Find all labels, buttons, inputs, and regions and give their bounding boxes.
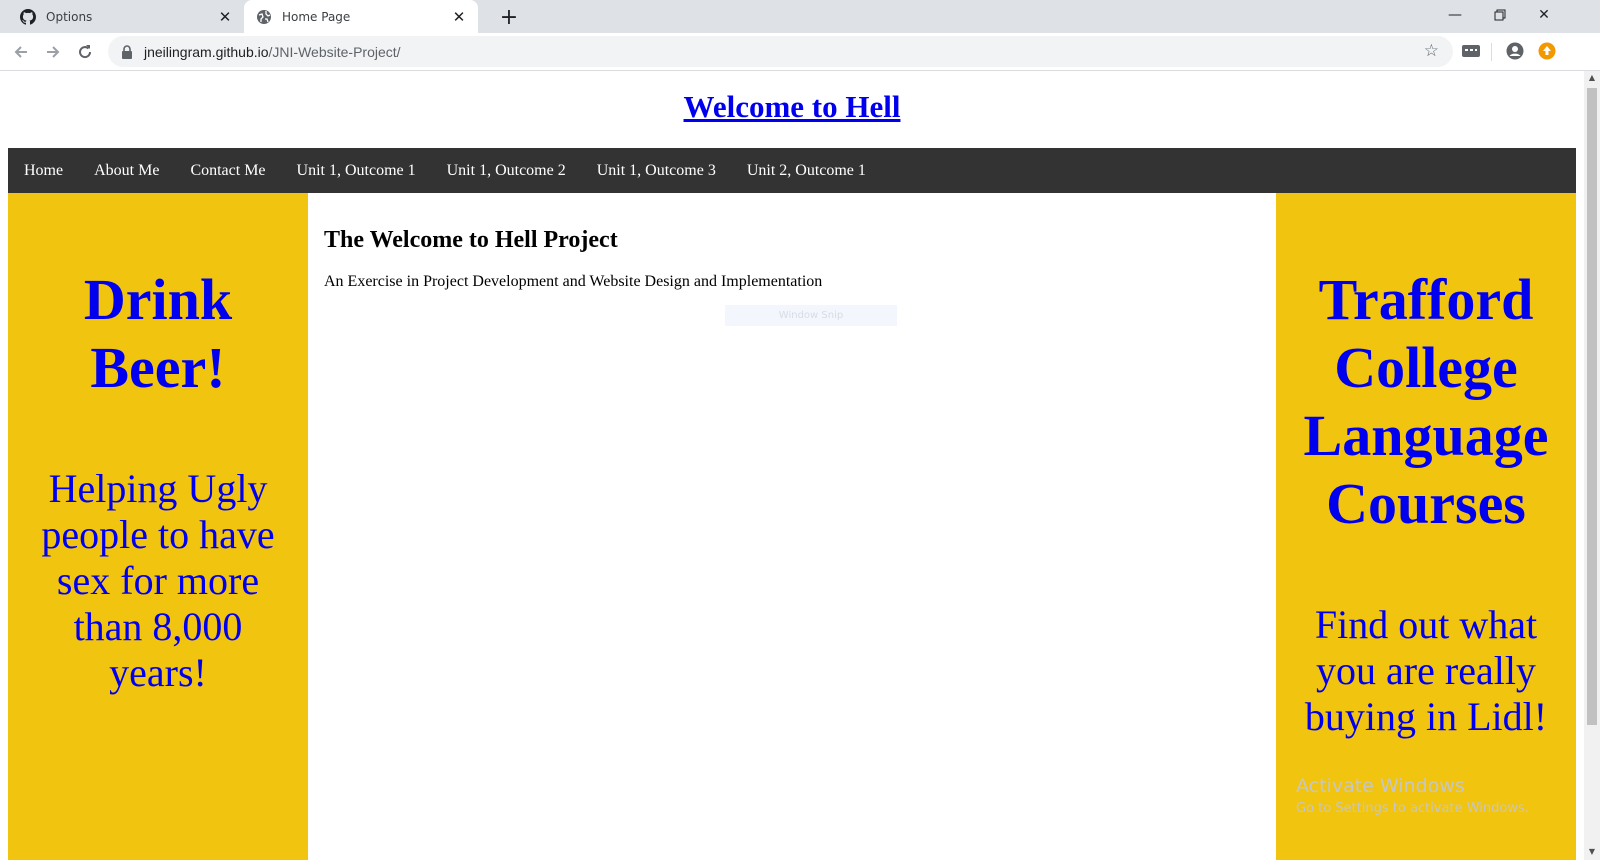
site-title-link[interactable]: Welcome to Hell — [684, 89, 901, 124]
window-snip-overlay: Window Snip — [725, 305, 897, 326]
right-ad-headline-line: Courses — [1326, 471, 1526, 536]
left-ad-headline-line: Drink — [83, 267, 233, 332]
scroll-up-arrow-icon[interactable]: ▲ — [1584, 73, 1600, 82]
left-ad-body-line: than 8,000 — [73, 604, 243, 649]
project-subtitle: An Exercise in Project Development and W… — [324, 273, 823, 290]
close-tab-icon[interactable]: ✕ — [448, 6, 470, 28]
profile-icon[interactable] — [1502, 38, 1528, 64]
tab-title: Options — [46, 9, 93, 24]
right-ad-body-line: Find out what — [1314, 602, 1538, 647]
lock-icon[interactable] — [120, 44, 134, 59]
globe-icon — [256, 9, 272, 25]
scroll-down-arrow-icon[interactable]: ▼ — [1584, 847, 1600, 856]
activation-text: Go to Settings to activate Windows. — [1296, 801, 1529, 816]
left-ad-body-line: people to have — [41, 512, 275, 557]
url-text: jneilingram.github.io/JNI-Website-Projec… — [144, 44, 401, 60]
left-ad-panel: Drink Beer! Helping Ugly people to have … — [8, 193, 308, 860]
main-content: The Welcome to Hell Project An Exercise … — [308, 193, 1276, 860]
url-domain: jneilingram.github.io — [144, 43, 269, 60]
tab-home-page[interactable]: Home Page ✕ — [244, 0, 478, 33]
page-viewport: Welcome to Hell Home About Me Contact Me… — [0, 71, 1584, 860]
right-ad-headline-line: College — [1334, 335, 1518, 400]
nav-contact-me[interactable]: Contact Me — [190, 162, 265, 180]
left-ad-body-line: sex for more — [56, 558, 260, 603]
right-ad-headline-line: Language — [1303, 403, 1549, 468]
back-icon[interactable] — [6, 37, 36, 67]
browser-toolbar: jneilingram.github.io/JNI-Website-Projec… — [0, 33, 1600, 71]
github-icon — [20, 8, 36, 25]
new-tab-icon[interactable]: + — [496, 4, 522, 30]
nav-home[interactable]: Home — [24, 162, 63, 180]
left-ad-body-line: Helping Ugly — [48, 466, 268, 511]
right-ad-headline-line: Trafford — [1318, 267, 1534, 332]
vertical-scrollbar[interactable]: ▲ ▼ — [1584, 71, 1600, 860]
right-ad-body-line: you are really — [1316, 648, 1536, 693]
forward-icon[interactable] — [38, 37, 68, 67]
tab-strip: Options ✕ Home Page ✕ + — ✕ — [0, 0, 1600, 33]
extension-icon[interactable] — [1458, 38, 1484, 64]
nav-about-me[interactable]: About Me — [94, 162, 159, 180]
restore-icon[interactable] — [1478, 0, 1522, 30]
address-bar[interactable]: jneilingram.github.io/JNI-Website-Projec… — [108, 36, 1453, 67]
right-ad-body-line: buying in Lidl! — [1304, 694, 1548, 739]
left-ad-body-line: years! — [109, 650, 207, 695]
nav-unit2-outcome1[interactable]: Unit 2, Outcome 1 — [747, 162, 866, 180]
site-title: Welcome to Hell — [0, 89, 1584, 125]
tab-options[interactable]: Options ✕ — [8, 0, 244, 33]
activate-windows-watermark: Activate Windows Go to Settings to activ… — [1296, 775, 1529, 816]
bookmark-star-icon[interactable]: ☆ — [1424, 41, 1439, 61]
close-tab-icon[interactable]: ✕ — [214, 6, 236, 28]
url-path: /JNI-Website-Project/ — [268, 43, 401, 60]
nav-unit1-outcome3[interactable]: Unit 1, Outcome 3 — [597, 162, 716, 180]
nav-unit1-outcome1[interactable]: Unit 1, Outcome 1 — [297, 162, 416, 180]
reload-icon[interactable] — [70, 37, 100, 67]
close-window-icon[interactable]: ✕ — [1522, 0, 1566, 30]
top-nav: Home About Me Contact Me Unit 1, Outcome… — [8, 148, 1576, 193]
left-ad-headline-line: Beer! — [90, 335, 226, 400]
scrollbar-thumb[interactable] — [1587, 88, 1597, 725]
toolbar-divider — [1491, 43, 1492, 61]
update-icon[interactable] — [1534, 38, 1560, 64]
tab-title: Home Page — [282, 9, 351, 24]
activation-title: Activate Windows — [1296, 775, 1465, 797]
minimize-icon[interactable]: — — [1433, 0, 1477, 30]
project-heading: The Welcome to Hell Project — [324, 227, 618, 253]
right-ad-panel: Trafford College Language Courses Find o… — [1276, 193, 1576, 860]
nav-unit1-outcome2[interactable]: Unit 1, Outcome 2 — [447, 162, 566, 180]
